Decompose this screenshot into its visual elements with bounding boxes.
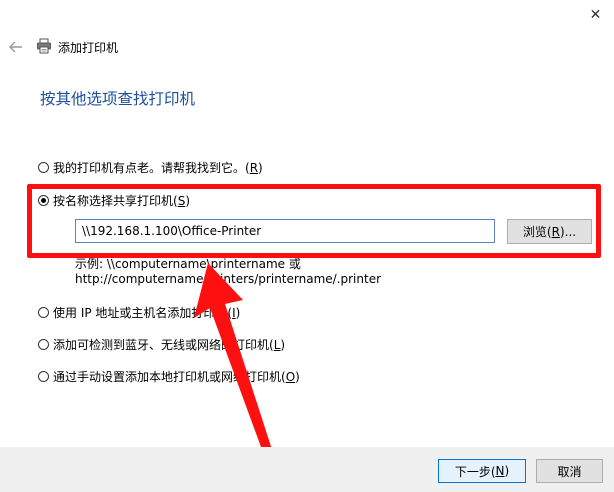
radio-bluetooth-wireless[interactable] <box>38 338 49 350</box>
option-label: 使用 IP 地址或主机名添加打印机(I) <box>53 305 241 320</box>
example-text-line2: http://computername/printers/printername… <box>75 272 382 286</box>
close-icon: ✕ <box>589 7 602 23</box>
option-ip-hostname[interactable]: 使用 IP 地址或主机名添加打印机(I) <box>38 303 240 321</box>
next-button[interactable]: 下一步(N) <box>438 459 526 483</box>
radio-manual-local[interactable] <box>38 370 49 382</box>
cancel-button[interactable]: 取消 <box>536 459 603 483</box>
close-button[interactable]: ✕ <box>577 0 614 30</box>
radio-old-printer[interactable] <box>38 161 49 173</box>
printer-icon <box>37 38 51 54</box>
option-bluetooth-wireless[interactable]: 添加可检测到蓝牙、无线或网络的打印机(L) <box>38 335 285 353</box>
option-label: 添加可检测到蓝牙、无线或网络的打印机(L) <box>53 337 286 352</box>
option-label: 我的打印机有点老。请帮我找到它。(R) <box>53 160 263 175</box>
option-label: 通过手动设置添加本地打印机或网络打印机(O) <box>53 369 300 384</box>
option-label: 按名称选择共享打印机(S) <box>53 193 190 208</box>
option-shared-by-name[interactable]: 按名称选择共享打印机(S) <box>38 191 190 209</box>
example-text-line1: 示例: \\computername\printername 或 <box>75 257 301 271</box>
page-heading: 按其他选项查找打印机 <box>40 90 196 108</box>
annotation-arrow-icon <box>194 263 276 466</box>
option-old-printer[interactable]: 我的打印机有点老。请帮我找到它。(R) <box>38 158 263 176</box>
back-button[interactable] <box>6 38 26 56</box>
shared-printer-name-input[interactable]: \\192.168.1.100\Office-Printer <box>75 219 495 243</box>
radio-ip-hostname[interactable] <box>38 306 49 318</box>
option-manual-local[interactable]: 通过手动设置添加本地打印机或网络打印机(O) <box>38 367 300 385</box>
radio-shared-by-name[interactable] <box>38 194 49 206</box>
back-arrow-icon <box>9 41 22 53</box>
window-title: 添加打印机 <box>58 41 119 55</box>
browse-button[interactable]: 浏览(R)... <box>507 219 592 244</box>
